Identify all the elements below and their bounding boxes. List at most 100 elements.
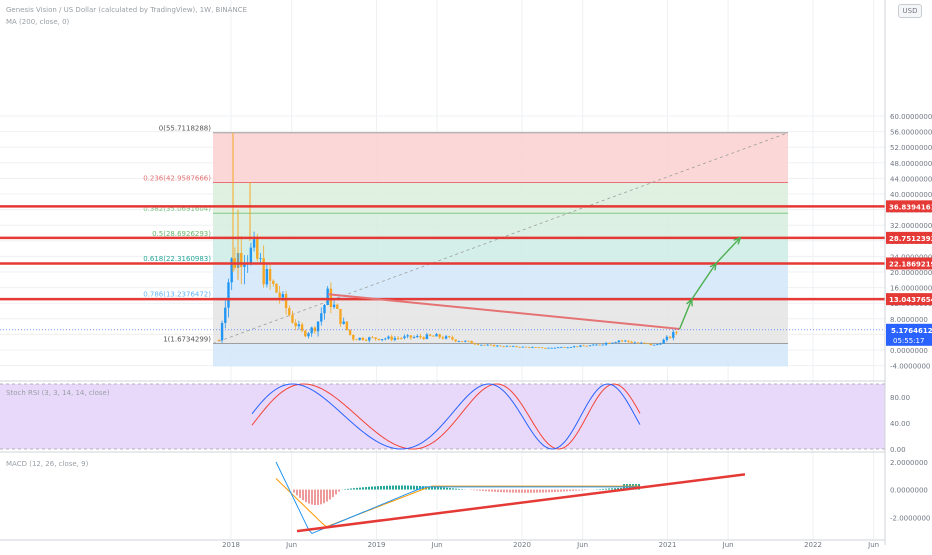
stoch-tick-label: 0.00 bbox=[890, 446, 906, 454]
candle-body bbox=[611, 343, 613, 344]
macd-histogram-bar bbox=[356, 488, 358, 490]
candle-body bbox=[515, 346, 517, 347]
candle-body bbox=[259, 258, 261, 259]
macd-histogram-bar bbox=[380, 486, 382, 490]
macd-histogram-bar bbox=[479, 490, 481, 491]
candle-body bbox=[630, 342, 632, 343]
macd-histogram-bar bbox=[389, 486, 391, 490]
macd-histogram-bar bbox=[581, 490, 583, 491]
macd-histogram-bar bbox=[533, 490, 535, 493]
candle-body bbox=[445, 336, 447, 338]
macd-histogram-bar bbox=[440, 487, 442, 489]
candle-body bbox=[499, 346, 501, 347]
macd-histogram-bar bbox=[545, 490, 547, 493]
macd-histogram-bar bbox=[383, 486, 385, 490]
macd-histogram-bar bbox=[599, 489, 601, 490]
time-axis[interactable]: 2018Jun2019Jun2020Jun2021Jun2022Jun bbox=[0, 540, 885, 549]
resistance-badge-label: 28.7512393 bbox=[889, 235, 932, 243]
candle-body bbox=[310, 328, 312, 334]
candle-body bbox=[531, 347, 533, 348]
current-price-label: 5.1764612 bbox=[891, 327, 932, 335]
macd-histogram-bar bbox=[602, 489, 604, 490]
candle-body bbox=[362, 338, 364, 340]
candle-body bbox=[307, 333, 309, 336]
candle-body bbox=[618, 341, 620, 343]
price-tick-label: 40.0000000 bbox=[890, 191, 932, 199]
macd-histogram-bar bbox=[359, 488, 361, 490]
candle-body bbox=[272, 281, 274, 284]
ma-indicator-label[interactable]: MA (200, close, 0) bbox=[6, 18, 69, 26]
candle-body bbox=[374, 337, 376, 339]
candle-body bbox=[605, 343, 607, 345]
candle-body bbox=[509, 346, 511, 347]
candle-body bbox=[426, 334, 428, 339]
macd-histogram-bar bbox=[530, 490, 532, 493]
candle-body bbox=[218, 340, 220, 341]
candle-body bbox=[346, 321, 348, 329]
candle-body bbox=[512, 346, 514, 347]
macd-histogram-bar bbox=[302, 490, 304, 501]
candle-body bbox=[314, 328, 316, 332]
stoch-rsi-pane bbox=[0, 381, 885, 449]
candle-body bbox=[333, 305, 335, 307]
macd-histogram-bar bbox=[551, 490, 553, 493]
macd-histogram-bar bbox=[512, 490, 514, 493]
macd-tick-label: 0.0000000 bbox=[890, 487, 928, 495]
currency-button[interactable]: USD bbox=[898, 4, 922, 18]
candle-body bbox=[442, 337, 444, 338]
candle-body bbox=[253, 239, 255, 247]
macd-histogram-bar bbox=[371, 487, 373, 490]
candle-body bbox=[413, 337, 415, 338]
macd-histogram-bar bbox=[398, 486, 400, 490]
symbol-title[interactable]: Genesis Vision / US Dollar (calculated b… bbox=[6, 6, 247, 14]
candle-body bbox=[262, 258, 264, 284]
candle-body bbox=[534, 347, 536, 348]
stoch-band bbox=[0, 384, 885, 449]
candle-body bbox=[624, 341, 626, 342]
price-axis[interactable]: 60.000000056.000000052.000000048.0000000… bbox=[885, 0, 932, 545]
chart-root: 0(55.7118288)0.236(42.9587666)0.382(35.0… bbox=[0, 0, 932, 550]
candle-body bbox=[589, 345, 591, 346]
fib-level-label: 0.618(22.3160983) bbox=[143, 255, 211, 263]
macd-histogram-bar bbox=[494, 490, 496, 492]
candle-body bbox=[403, 336, 405, 338]
macd-histogram-bar bbox=[329, 490, 331, 500]
fib-level-label: 0.786(13.2376472) bbox=[143, 290, 211, 298]
candle-body bbox=[349, 330, 351, 335]
macd-pane bbox=[0, 452, 885, 533]
time-tick-label: 2019 bbox=[368, 541, 386, 549]
macd-label[interactable]: MACD (12, 26, close, 9) bbox=[6, 460, 88, 468]
candle-body bbox=[250, 248, 252, 263]
fib-zone-extension bbox=[213, 343, 788, 366]
macd-histogram-bar bbox=[572, 490, 574, 491]
candle-body bbox=[470, 341, 472, 343]
candle-body bbox=[525, 347, 527, 348]
macd-histogram-bar bbox=[326, 490, 328, 502]
candle-body bbox=[291, 315, 293, 323]
macd-histogram-bar bbox=[395, 486, 397, 490]
macd-histogram-bar bbox=[335, 490, 337, 495]
candle-body bbox=[566, 347, 568, 348]
macd-histogram-bar bbox=[443, 488, 445, 490]
trading-chart[interactable]: 0(55.7118288)0.236(42.9587666)0.382(35.0… bbox=[0, 0, 932, 550]
stoch-rsi-label[interactable]: Stoch RSI (3, 3, 14, 14, close) bbox=[6, 389, 110, 397]
macd-histogram-bar bbox=[515, 490, 517, 493]
macd-histogram-bar bbox=[506, 490, 508, 493]
macd-histogram-bar bbox=[449, 488, 451, 490]
candle-body bbox=[656, 344, 658, 345]
countdown-label: 05:55:17 bbox=[893, 337, 924, 345]
candle-body bbox=[621, 341, 623, 342]
macd-histogram-bar bbox=[296, 490, 298, 496]
candle-body bbox=[454, 340, 456, 342]
candle-body bbox=[547, 348, 549, 349]
macd-histogram-bar bbox=[542, 490, 544, 493]
candle-body bbox=[563, 347, 565, 348]
macd-histogram-bar bbox=[374, 486, 376, 489]
macd-histogram-bar bbox=[323, 490, 325, 504]
candle-body bbox=[301, 324, 303, 330]
candle-body bbox=[448, 336, 450, 337]
candle-body bbox=[502, 346, 504, 347]
macd-histogram-bar bbox=[584, 490, 586, 491]
candle-body bbox=[602, 345, 604, 346]
candle-body bbox=[227, 282, 229, 307]
